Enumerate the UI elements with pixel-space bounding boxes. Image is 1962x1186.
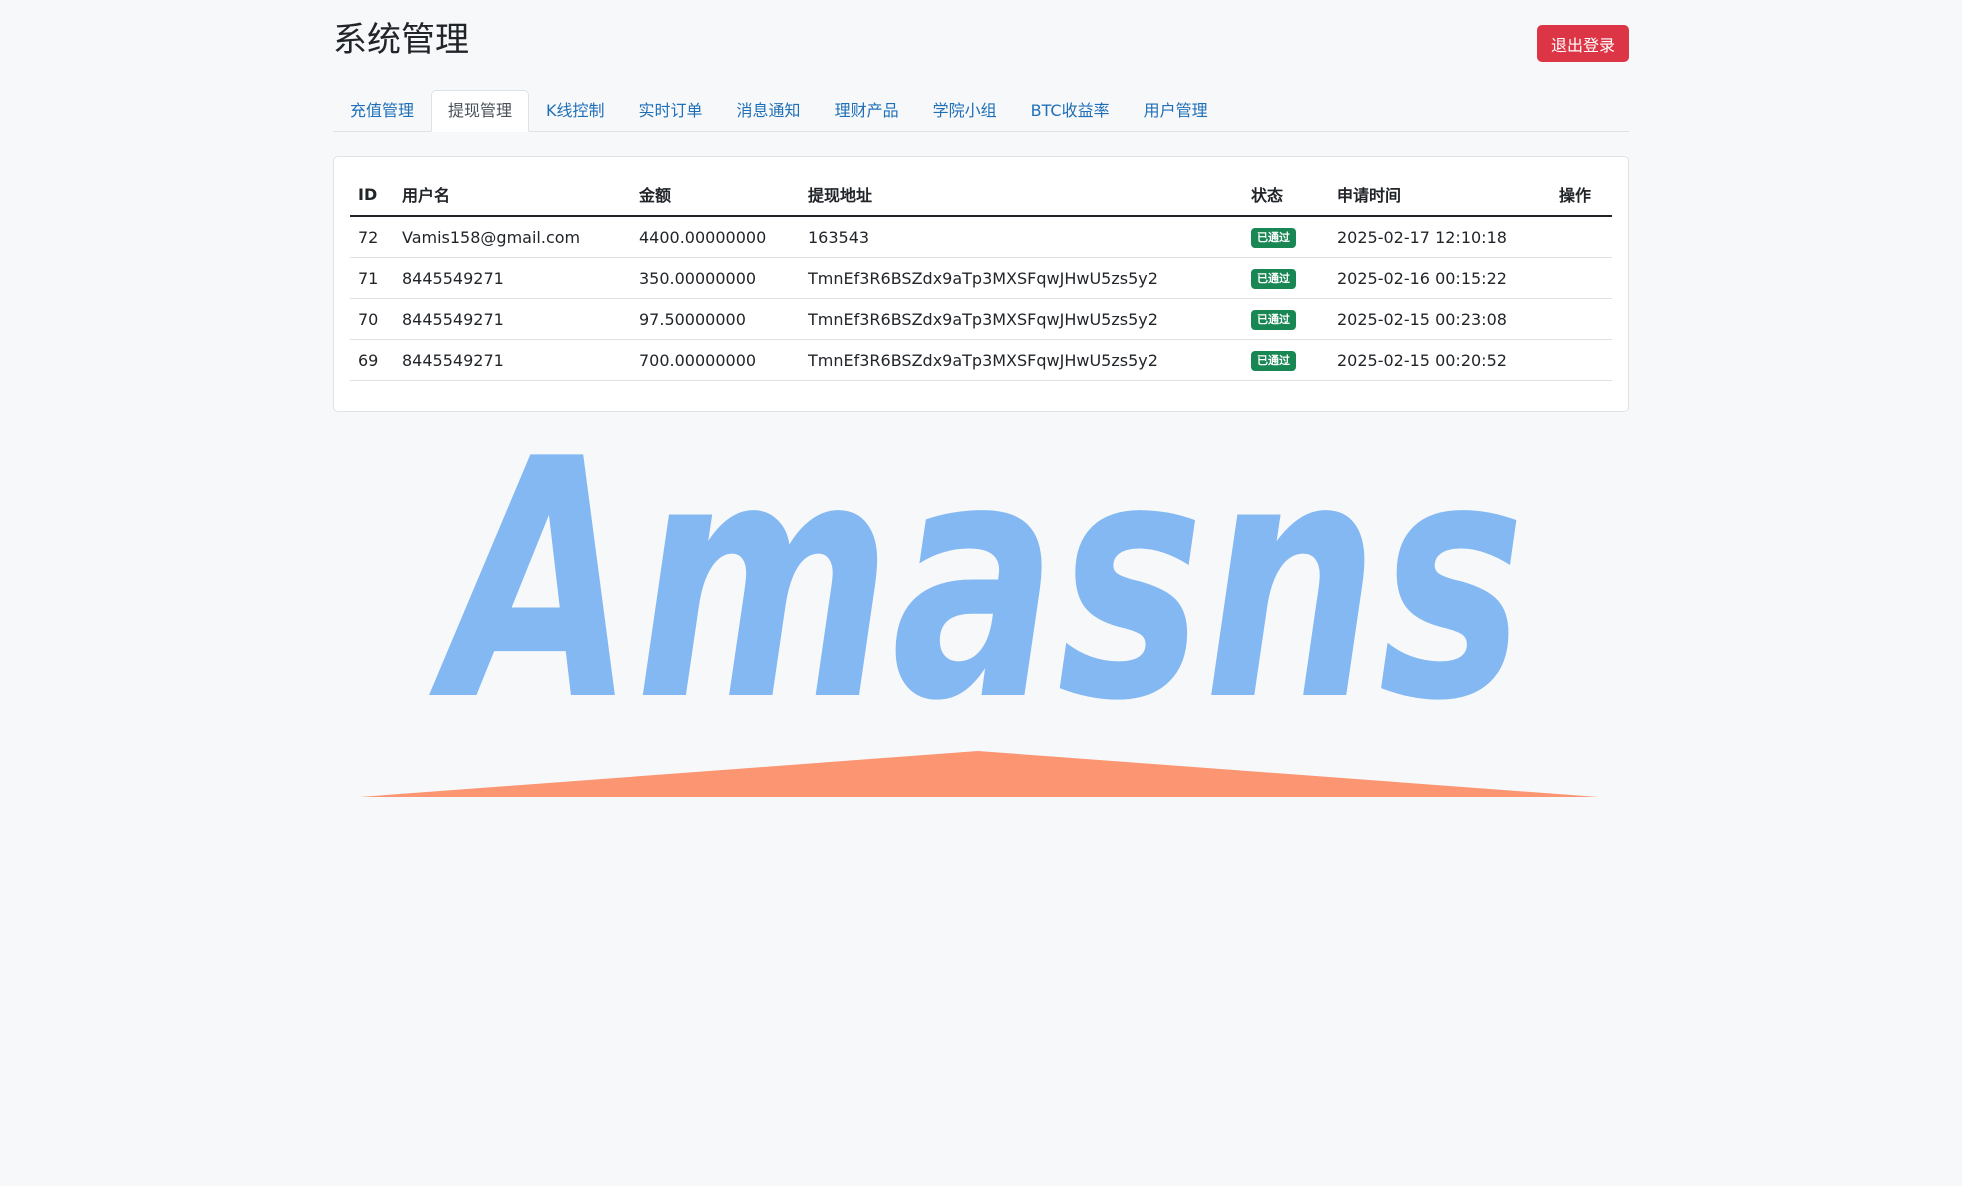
cell-status: 已通过 xyxy=(1243,298,1329,340)
cell-id: 69 xyxy=(350,339,394,381)
col-header-amount: 金额 xyxy=(631,173,800,217)
tab-products[interactable]: 理财产品 xyxy=(818,90,916,132)
tab-withdraw[interactable]: 提现管理 xyxy=(431,90,530,132)
cell-id: 70 xyxy=(350,298,394,340)
cell-id: 72 xyxy=(350,216,394,258)
cell-username: 8445549271 xyxy=(394,257,631,299)
tab-recharge[interactable]: 充值管理 xyxy=(333,90,431,132)
cell-amount: 350.00000000 xyxy=(631,257,800,299)
table-row: 70 8445549271 97.50000000 TmnEf3R6BSZdx9… xyxy=(350,298,1612,340)
cell-address: TmnEf3R6BSZdx9aTp3MXSFqwJHwU5zs5y2 xyxy=(800,339,1243,381)
cell-username: 8445549271 xyxy=(394,339,631,381)
table-row: 69 8445549271 700.00000000 TmnEf3R6BSZdx… xyxy=(350,339,1612,381)
col-header-id: ID xyxy=(350,173,394,217)
header: 系统管理 退出登录 xyxy=(333,0,1629,90)
withdraw-card: ID 用户名 金额 提现地址 状态 申请时间 操作 72 Vamis158@gm… xyxy=(333,156,1629,412)
cell-address: TmnEf3R6BSZdx9aTp3MXSFqwJHwU5zs5y2 xyxy=(800,257,1243,299)
cell-time: 2025-02-15 00:20:52 xyxy=(1329,339,1551,381)
cell-username: Vamis158@gmail.com xyxy=(394,216,631,258)
cell-status: 已通过 xyxy=(1243,339,1329,381)
col-header-action: 操作 xyxy=(1551,173,1612,217)
status-badge: 已通过 xyxy=(1251,228,1296,248)
table-header-row: ID 用户名 金额 提现地址 状态 申请时间 操作 xyxy=(350,173,1612,217)
logout-button[interactable]: 退出登录 xyxy=(1536,25,1629,62)
status-badge: 已通过 xyxy=(1251,351,1296,371)
watermark-underline xyxy=(360,751,1598,797)
cell-status: 已通过 xyxy=(1243,257,1329,299)
cell-username: 8445549271 xyxy=(394,298,631,340)
cell-address: 163543 xyxy=(800,216,1243,258)
cell-amount: 4400.00000000 xyxy=(631,216,800,258)
col-header-username: 用户名 xyxy=(394,173,631,217)
cell-time: 2025-02-15 00:23:08 xyxy=(1329,298,1551,340)
col-header-address: 提现地址 xyxy=(800,173,1243,217)
cell-action xyxy=(1551,257,1612,299)
tab-notifications[interactable]: 消息通知 xyxy=(720,90,818,132)
app-container: 系统管理 退出登录 充值管理 提现管理 K线控制 实时订单 消息通知 理财产品 … xyxy=(333,0,1629,412)
col-header-status: 状态 xyxy=(1243,173,1329,217)
status-badge: 已通过 xyxy=(1251,269,1296,289)
tab-kline[interactable]: K线控制 xyxy=(529,90,622,132)
cell-action xyxy=(1551,339,1612,381)
table-row: 72 Vamis158@gmail.com 4400.00000000 1635… xyxy=(350,216,1612,258)
withdraw-table: ID 用户名 金额 提现地址 状态 申请时间 操作 72 Vamis158@gm… xyxy=(350,173,1612,381)
tab-academy[interactable]: 学院小组 xyxy=(916,90,1014,132)
cell-amount: 700.00000000 xyxy=(631,339,800,381)
cell-amount: 97.50000000 xyxy=(631,298,800,340)
col-header-time: 申请时间 xyxy=(1329,173,1551,217)
nav-tabs: 充值管理 提现管理 K线控制 实时订单 消息通知 理财产品 学院小组 BTC收益… xyxy=(333,90,1629,132)
tab-btc-yield[interactable]: BTC收益率 xyxy=(1014,90,1127,132)
cell-action xyxy=(1551,298,1612,340)
status-badge: 已通过 xyxy=(1251,310,1296,330)
cell-time: 2025-02-16 00:15:22 xyxy=(1329,257,1551,299)
watermark-logo: Amasns xyxy=(360,389,1598,797)
page-title: 系统管理 xyxy=(333,20,469,60)
cell-status: 已通过 xyxy=(1243,216,1329,258)
cell-time: 2025-02-17 12:10:18 xyxy=(1329,216,1551,258)
cell-id: 71 xyxy=(350,257,394,299)
cell-address: TmnEf3R6BSZdx9aTp3MXSFqwJHwU5zs5y2 xyxy=(800,298,1243,340)
tab-users[interactable]: 用户管理 xyxy=(1127,90,1225,132)
tab-orders[interactable]: 实时订单 xyxy=(622,90,720,132)
cell-action xyxy=(1551,216,1612,258)
watermark-text: Amasns xyxy=(426,389,1525,773)
table-row: 71 8445549271 350.00000000 TmnEf3R6BSZdx… xyxy=(350,257,1612,299)
